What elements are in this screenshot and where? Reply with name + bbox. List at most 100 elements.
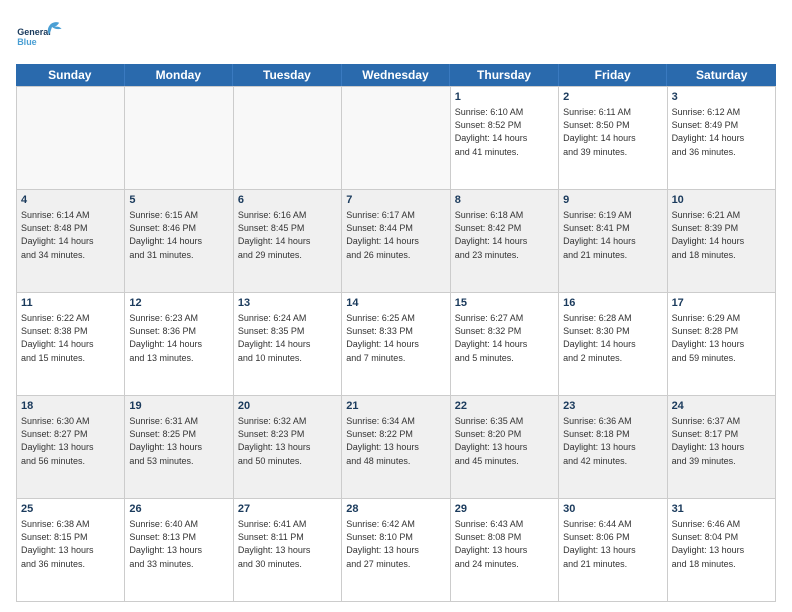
day-details: Sunrise: 6:22 AMSunset: 8:38 PMDaylight:…	[21, 312, 120, 364]
calendar-week-3: 11Sunrise: 6:22 AMSunset: 8:38 PMDayligh…	[17, 293, 776, 396]
calendar-week-4: 18Sunrise: 6:30 AMSunset: 8:27 PMDayligh…	[17, 396, 776, 499]
day-number: 10	[672, 193, 771, 208]
day-number: 21	[346, 399, 445, 414]
calendar-day-7: 7Sunrise: 6:17 AMSunset: 8:44 PMDaylight…	[342, 190, 450, 292]
calendar-day-2: 2Sunrise: 6:11 AMSunset: 8:50 PMDaylight…	[559, 87, 667, 189]
day-details: Sunrise: 6:10 AMSunset: 8:52 PMDaylight:…	[455, 106, 554, 158]
day-number: 23	[563, 399, 662, 414]
calendar-day-12: 12Sunrise: 6:23 AMSunset: 8:36 PMDayligh…	[125, 293, 233, 395]
calendar-empty-cell	[342, 87, 450, 189]
day-details: Sunrise: 6:35 AMSunset: 8:20 PMDaylight:…	[455, 415, 554, 467]
day-details: Sunrise: 6:15 AMSunset: 8:46 PMDaylight:…	[129, 209, 228, 261]
day-number: 25	[21, 502, 120, 517]
day-number: 7	[346, 193, 445, 208]
day-number: 1	[455, 90, 554, 105]
calendar-day-1: 1Sunrise: 6:10 AMSunset: 8:52 PMDaylight…	[451, 87, 559, 189]
day-details: Sunrise: 6:31 AMSunset: 8:25 PMDaylight:…	[129, 415, 228, 467]
calendar-empty-cell	[17, 87, 125, 189]
header-day-tuesday: Tuesday	[233, 64, 342, 86]
calendar-day-18: 18Sunrise: 6:30 AMSunset: 8:27 PMDayligh…	[17, 396, 125, 498]
day-details: Sunrise: 6:29 AMSunset: 8:28 PMDaylight:…	[672, 312, 771, 364]
calendar-day-4: 4Sunrise: 6:14 AMSunset: 8:48 PMDaylight…	[17, 190, 125, 292]
day-details: Sunrise: 6:23 AMSunset: 8:36 PMDaylight:…	[129, 312, 228, 364]
day-number: 2	[563, 90, 662, 105]
day-number: 14	[346, 296, 445, 311]
calendar-day-17: 17Sunrise: 6:29 AMSunset: 8:28 PMDayligh…	[668, 293, 776, 395]
day-number: 15	[455, 296, 554, 311]
day-number: 8	[455, 193, 554, 208]
calendar-body: 1Sunrise: 6:10 AMSunset: 8:52 PMDaylight…	[16, 86, 776, 602]
calendar-day-16: 16Sunrise: 6:28 AMSunset: 8:30 PMDayligh…	[559, 293, 667, 395]
calendar-day-25: 25Sunrise: 6:38 AMSunset: 8:15 PMDayligh…	[17, 499, 125, 601]
day-number: 11	[21, 296, 120, 311]
day-details: Sunrise: 6:37 AMSunset: 8:17 PMDaylight:…	[672, 415, 771, 467]
day-number: 3	[672, 90, 771, 105]
day-details: Sunrise: 6:43 AMSunset: 8:08 PMDaylight:…	[455, 518, 554, 570]
calendar-day-10: 10Sunrise: 6:21 AMSunset: 8:39 PMDayligh…	[668, 190, 776, 292]
day-details: Sunrise: 6:14 AMSunset: 8:48 PMDaylight:…	[21, 209, 120, 261]
day-number: 19	[129, 399, 228, 414]
calendar-day-28: 28Sunrise: 6:42 AMSunset: 8:10 PMDayligh…	[342, 499, 450, 601]
calendar-day-22: 22Sunrise: 6:35 AMSunset: 8:20 PMDayligh…	[451, 396, 559, 498]
day-details: Sunrise: 6:44 AMSunset: 8:06 PMDaylight:…	[563, 518, 662, 570]
day-number: 13	[238, 296, 337, 311]
page: General Blue SundayMondayTuesdayWednesda…	[0, 0, 792, 612]
day-number: 4	[21, 193, 120, 208]
calendar-day-21: 21Sunrise: 6:34 AMSunset: 8:22 PMDayligh…	[342, 396, 450, 498]
calendar-day-9: 9Sunrise: 6:19 AMSunset: 8:41 PMDaylight…	[559, 190, 667, 292]
day-number: 20	[238, 399, 337, 414]
day-details: Sunrise: 6:28 AMSunset: 8:30 PMDaylight:…	[563, 312, 662, 364]
day-number: 17	[672, 296, 771, 311]
day-number: 6	[238, 193, 337, 208]
day-details: Sunrise: 6:25 AMSunset: 8:33 PMDaylight:…	[346, 312, 445, 364]
day-details: Sunrise: 6:34 AMSunset: 8:22 PMDaylight:…	[346, 415, 445, 467]
logo-icon: General Blue	[16, 16, 64, 56]
day-details: Sunrise: 6:40 AMSunset: 8:13 PMDaylight:…	[129, 518, 228, 570]
day-details: Sunrise: 6:32 AMSunset: 8:23 PMDaylight:…	[238, 415, 337, 467]
svg-text:Blue: Blue	[17, 37, 37, 47]
calendar-day-26: 26Sunrise: 6:40 AMSunset: 8:13 PMDayligh…	[125, 499, 233, 601]
day-details: Sunrise: 6:17 AMSunset: 8:44 PMDaylight:…	[346, 209, 445, 261]
day-details: Sunrise: 6:38 AMSunset: 8:15 PMDaylight:…	[21, 518, 120, 570]
svg-text:General: General	[17, 27, 51, 37]
header-day-friday: Friday	[559, 64, 668, 86]
day-number: 28	[346, 502, 445, 517]
calendar-day-29: 29Sunrise: 6:43 AMSunset: 8:08 PMDayligh…	[451, 499, 559, 601]
calendar-week-1: 1Sunrise: 6:10 AMSunset: 8:52 PMDaylight…	[17, 87, 776, 190]
day-details: Sunrise: 6:18 AMSunset: 8:42 PMDaylight:…	[455, 209, 554, 261]
day-details: Sunrise: 6:16 AMSunset: 8:45 PMDaylight:…	[238, 209, 337, 261]
calendar-empty-cell	[234, 87, 342, 189]
day-number: 5	[129, 193, 228, 208]
calendar-day-3: 3Sunrise: 6:12 AMSunset: 8:49 PMDaylight…	[668, 87, 776, 189]
day-details: Sunrise: 6:24 AMSunset: 8:35 PMDaylight:…	[238, 312, 337, 364]
calendar-day-19: 19Sunrise: 6:31 AMSunset: 8:25 PMDayligh…	[125, 396, 233, 498]
day-details: Sunrise: 6:27 AMSunset: 8:32 PMDaylight:…	[455, 312, 554, 364]
day-number: 12	[129, 296, 228, 311]
calendar-day-8: 8Sunrise: 6:18 AMSunset: 8:42 PMDaylight…	[451, 190, 559, 292]
header-day-wednesday: Wednesday	[342, 64, 451, 86]
calendar-day-27: 27Sunrise: 6:41 AMSunset: 8:11 PMDayligh…	[234, 499, 342, 601]
calendar: SundayMondayTuesdayWednesdayThursdayFrid…	[16, 64, 776, 602]
day-details: Sunrise: 6:41 AMSunset: 8:11 PMDaylight:…	[238, 518, 337, 570]
header-day-monday: Monday	[125, 64, 234, 86]
day-number: 9	[563, 193, 662, 208]
calendar-day-6: 6Sunrise: 6:16 AMSunset: 8:45 PMDaylight…	[234, 190, 342, 292]
day-details: Sunrise: 6:19 AMSunset: 8:41 PMDaylight:…	[563, 209, 662, 261]
calendar-header: SundayMondayTuesdayWednesdayThursdayFrid…	[16, 64, 776, 86]
day-details: Sunrise: 6:12 AMSunset: 8:49 PMDaylight:…	[672, 106, 771, 158]
day-number: 22	[455, 399, 554, 414]
calendar-day-15: 15Sunrise: 6:27 AMSunset: 8:32 PMDayligh…	[451, 293, 559, 395]
header-day-thursday: Thursday	[450, 64, 559, 86]
day-number: 24	[672, 399, 771, 414]
day-number: 29	[455, 502, 554, 517]
header-day-saturday: Saturday	[667, 64, 776, 86]
day-number: 30	[563, 502, 662, 517]
day-number: 18	[21, 399, 120, 414]
logo: General Blue	[16, 16, 64, 56]
calendar-day-24: 24Sunrise: 6:37 AMSunset: 8:17 PMDayligh…	[668, 396, 776, 498]
day-details: Sunrise: 6:36 AMSunset: 8:18 PMDaylight:…	[563, 415, 662, 467]
calendar-day-31: 31Sunrise: 6:46 AMSunset: 8:04 PMDayligh…	[668, 499, 776, 601]
day-details: Sunrise: 6:21 AMSunset: 8:39 PMDaylight:…	[672, 209, 771, 261]
calendar-week-2: 4Sunrise: 6:14 AMSunset: 8:48 PMDaylight…	[17, 190, 776, 293]
day-number: 16	[563, 296, 662, 311]
